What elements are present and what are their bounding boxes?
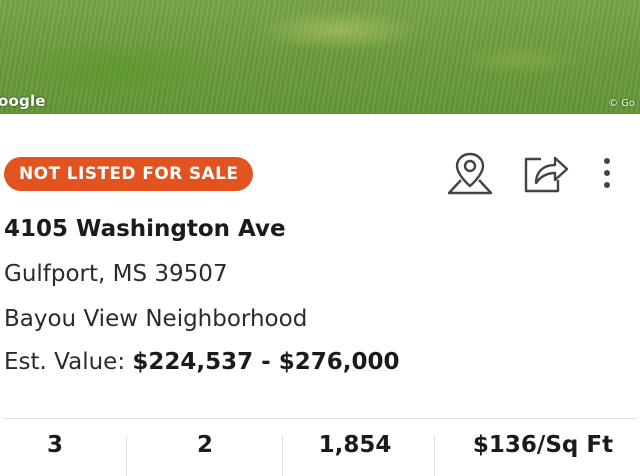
- more-options-button[interactable]: [596, 150, 618, 196]
- property-address: 4105 Washington Ave: [4, 216, 286, 242]
- map-pin-icon: [447, 152, 493, 195]
- neighborhood-link[interactable]: Bayou View Neighborhood: [4, 306, 307, 332]
- photo-credit-right: © Go: [608, 98, 636, 109]
- share-button[interactable]: [521, 150, 571, 196]
- divider: [4, 418, 636, 419]
- est-value-range: $224,537 - $276,000: [132, 349, 400, 375]
- status-badge: NOT LISTED FOR SALE: [4, 157, 254, 191]
- city-state-zip: Gulfport, MS 39507: [4, 261, 228, 287]
- est-value-label: Est. Value:: [4, 349, 126, 375]
- share-icon: [524, 156, 569, 193]
- stat-baths: 2: [196, 432, 213, 458]
- stat-price-per-sqft: $136/Sq Ft: [472, 432, 614, 458]
- more-vertical-icon: [604, 158, 610, 188]
- stats-row: 3 2 1,854 $136/Sq Ft: [0, 432, 640, 476]
- photo-credit-left: oogle: [0, 92, 46, 110]
- stat-sqft: 1,854: [318, 432, 392, 458]
- estimated-value: Est. Value: $224,537 - $276,000: [4, 349, 399, 375]
- stat-separator: [434, 436, 435, 476]
- property-photo[interactable]: oogle © Go: [0, 0, 640, 114]
- map-button[interactable]: [444, 150, 496, 196]
- stat-separator: [126, 436, 127, 476]
- stat-beds: 3: [46, 432, 63, 458]
- stat-separator: [282, 436, 283, 476]
